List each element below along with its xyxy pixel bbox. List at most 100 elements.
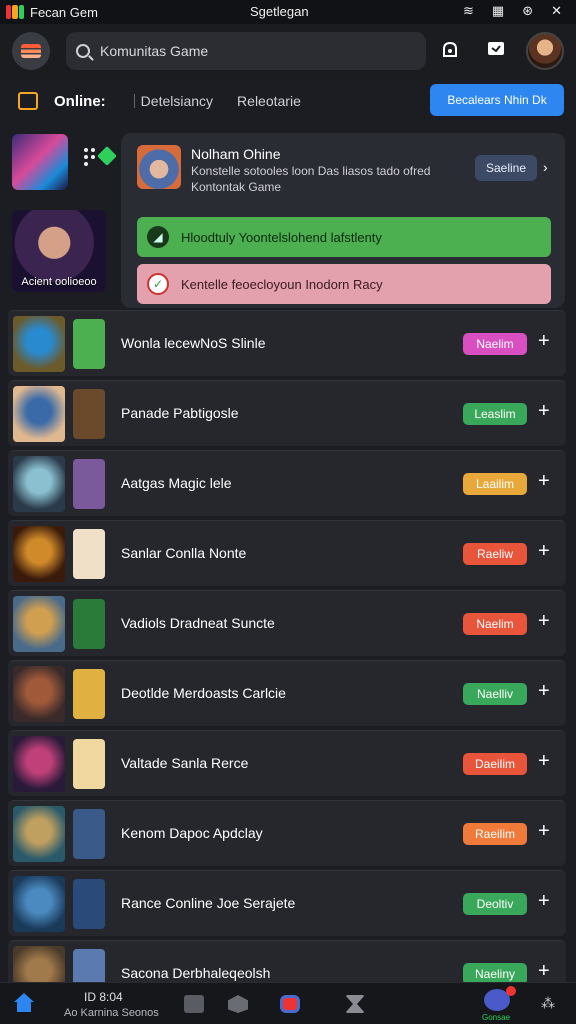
leaf-icon: ◢ — [147, 226, 169, 248]
bottom-navigation: ID 8:04 Ao Karnina Seonos Gonsae ⁂ — [0, 982, 576, 1024]
tab-secondary[interactable]: Detelsiancy — [141, 93, 213, 109]
game-icon — [13, 386, 65, 442]
divider — [133, 94, 135, 108]
add-icon[interactable]: + — [538, 401, 550, 421]
people-icon[interactable]: ⁂ — [541, 995, 559, 1013]
game-name: Rance Conline Joe Serajete — [121, 895, 296, 911]
notification-icon[interactable] — [438, 38, 462, 62]
status-icons: ≋ ▦ ⊛ ✕ — [463, 3, 562, 19]
status-badge[interactable]: Leaslim — [463, 403, 527, 425]
status-bar: Fecan Gem Sgetlegan ≋ ▦ ⊛ ✕ — [0, 0, 576, 24]
game-icon — [13, 456, 65, 512]
sub-navigation: Online: Detelsiancy Releotarie Becalears… — [0, 80, 576, 122]
game-controller-icon[interactable] — [484, 986, 516, 1011]
status-badge[interactable]: Raeliw — [463, 543, 527, 565]
character-thumbnail[interactable]: Acient oolioeoo — [12, 210, 106, 292]
check-icon: ✓ — [147, 273, 169, 295]
toolbox-icon — [18, 92, 38, 110]
chevron-right-icon[interactable]: › — [543, 159, 548, 175]
game-icon — [13, 806, 65, 862]
nav-caption: Ao Karnina Seonos — [64, 1007, 159, 1019]
game-name: Sanlar Conlla Nonte — [121, 545, 247, 561]
game-secondary-icon — [73, 459, 105, 509]
game-secondary-icon — [73, 669, 105, 719]
game-list-item[interactable]: Panade Pabtigosle Leaslim + — [8, 380, 566, 446]
game-name: Kenom Dapoc Apdclay — [121, 825, 263, 841]
game-icon — [13, 666, 65, 722]
featured-game-card: Nolham Ohine Konstelle sotooles loon Das… — [121, 133, 565, 308]
game-secondary-icon — [73, 879, 105, 929]
status-badge[interactable]: Raeilim — [463, 823, 527, 845]
menu-icon — [21, 44, 41, 58]
character-caption: Acient oolioeoo — [21, 276, 97, 288]
game-name: Sacona Derbhaleqeolsh — [121, 965, 271, 981]
game-name: Wonla lecewNoS Slinle — [121, 335, 266, 351]
game-list-item[interactable]: Wonla lecewNoS Slinle Naelim + — [8, 310, 566, 376]
sync-icon: ⊛ — [522, 3, 534, 18]
status-badge[interactable]: Laailim — [463, 473, 527, 495]
close-icon[interactable]: ✕ — [551, 3, 562, 19]
add-icon[interactable]: + — [538, 541, 550, 561]
tab-online[interactable]: Online: — [54, 93, 106, 110]
green-bar-label: Hloodtuly Yoontelslohend lafstlenty — [181, 229, 382, 245]
game-list-item[interactable]: Valtade Sanla Rerce Daeilim + — [8, 730, 566, 796]
grid-icon: ▦ — [491, 3, 505, 18]
add-icon[interactable]: + — [538, 331, 550, 351]
status-badge[interactable]: Daeilim — [463, 753, 527, 775]
status-badge[interactable]: Deoltiv — [463, 893, 527, 915]
game-list: Wonla lecewNoS Slinle Naelim + Panade Pabti… — [8, 310, 566, 1010]
status-app-title: Fecan Gem — [30, 4, 98, 20]
wifi-icon: ≋ — [462, 3, 474, 18]
add-icon[interactable]: + — [538, 821, 550, 841]
pointer-indicator — [82, 146, 117, 166]
add-icon[interactable]: + — [538, 471, 550, 491]
featured-game-thumbnail[interactable] — [12, 134, 68, 190]
game-list-item[interactable]: Rance Conline Joe Serajete Deoltiv + — [8, 870, 566, 936]
game-name: Deotlde Merdoasts Carlcie — [121, 685, 286, 701]
game-icon — [13, 736, 65, 792]
add-icon[interactable]: + — [538, 681, 550, 701]
game-name: Valtade Sanla Rerce — [121, 755, 249, 771]
game-avatar — [137, 145, 181, 189]
tab-tertiary[interactable]: Releotarie — [237, 93, 301, 109]
app-logo[interactable] — [12, 32, 50, 70]
add-icon[interactable]: + — [538, 961, 550, 981]
add-icon[interactable]: + — [538, 751, 550, 771]
game-name: Panade Pabtigosle — [121, 405, 239, 421]
shield-icon[interactable] — [228, 995, 248, 1013]
game-secondary-icon — [73, 809, 105, 859]
search-placeholder: Komunitas Game — [100, 43, 209, 59]
status-badge[interactable]: Naelim — [463, 613, 527, 635]
profile-avatar[interactable] — [526, 32, 564, 70]
game-secondary-icon — [73, 389, 105, 439]
status-center-title: Sgetlegan — [250, 4, 309, 19]
game-nav-label: Gonsae — [482, 1013, 511, 1022]
status-bar-green[interactable]: ◢ Hloodtuly Yoontelslohend lafstlenty — [137, 217, 551, 257]
add-icon[interactable]: + — [538, 891, 550, 911]
game-icon — [13, 876, 65, 932]
home-icon[interactable] — [14, 993, 34, 1013]
cta-button[interactable]: Becalears Nhin Dk — [430, 84, 564, 116]
status-bar-pink[interactable]: ✓ Kentelle feoecloyoun Inodorn Racy — [137, 264, 551, 304]
game-list-item[interactable]: Sanlar Conlla Nonte Raeliw + — [8, 520, 566, 586]
search-input[interactable]: Komunitas Game — [66, 32, 426, 70]
game-icon — [13, 316, 65, 372]
game-list-item[interactable]: Vadiols Dradneat Suncte Naelim + — [8, 590, 566, 656]
featured-title: Nolham Ohine — [191, 146, 281, 162]
status-badge[interactable]: Naelliv — [463, 683, 527, 705]
game-list-item[interactable]: Kenom Dapoc Apdclay Raeilim + — [8, 800, 566, 866]
tools-icon[interactable] — [345, 995, 365, 1013]
featured-subtitle: Kontontak Game — [191, 180, 282, 194]
game-icon — [13, 526, 65, 582]
app-icon — [6, 5, 24, 19]
chat-icon[interactable] — [484, 38, 508, 62]
store-icon[interactable] — [280, 995, 300, 1013]
add-icon[interactable]: + — [538, 611, 550, 631]
game-list-item[interactable]: Aatgas Magic lele Laailim + — [8, 450, 566, 516]
featured-action-button[interactable]: Saeline — [475, 155, 537, 181]
game-list-item[interactable]: Deotlde Merdoasts Carlcie Naelliv + — [8, 660, 566, 726]
arrow-icon — [97, 146, 117, 166]
inbox-icon[interactable] — [184, 995, 204, 1013]
status-badge[interactable]: Naelim — [463, 333, 527, 355]
app-header: Komunitas Game — [0, 24, 576, 78]
